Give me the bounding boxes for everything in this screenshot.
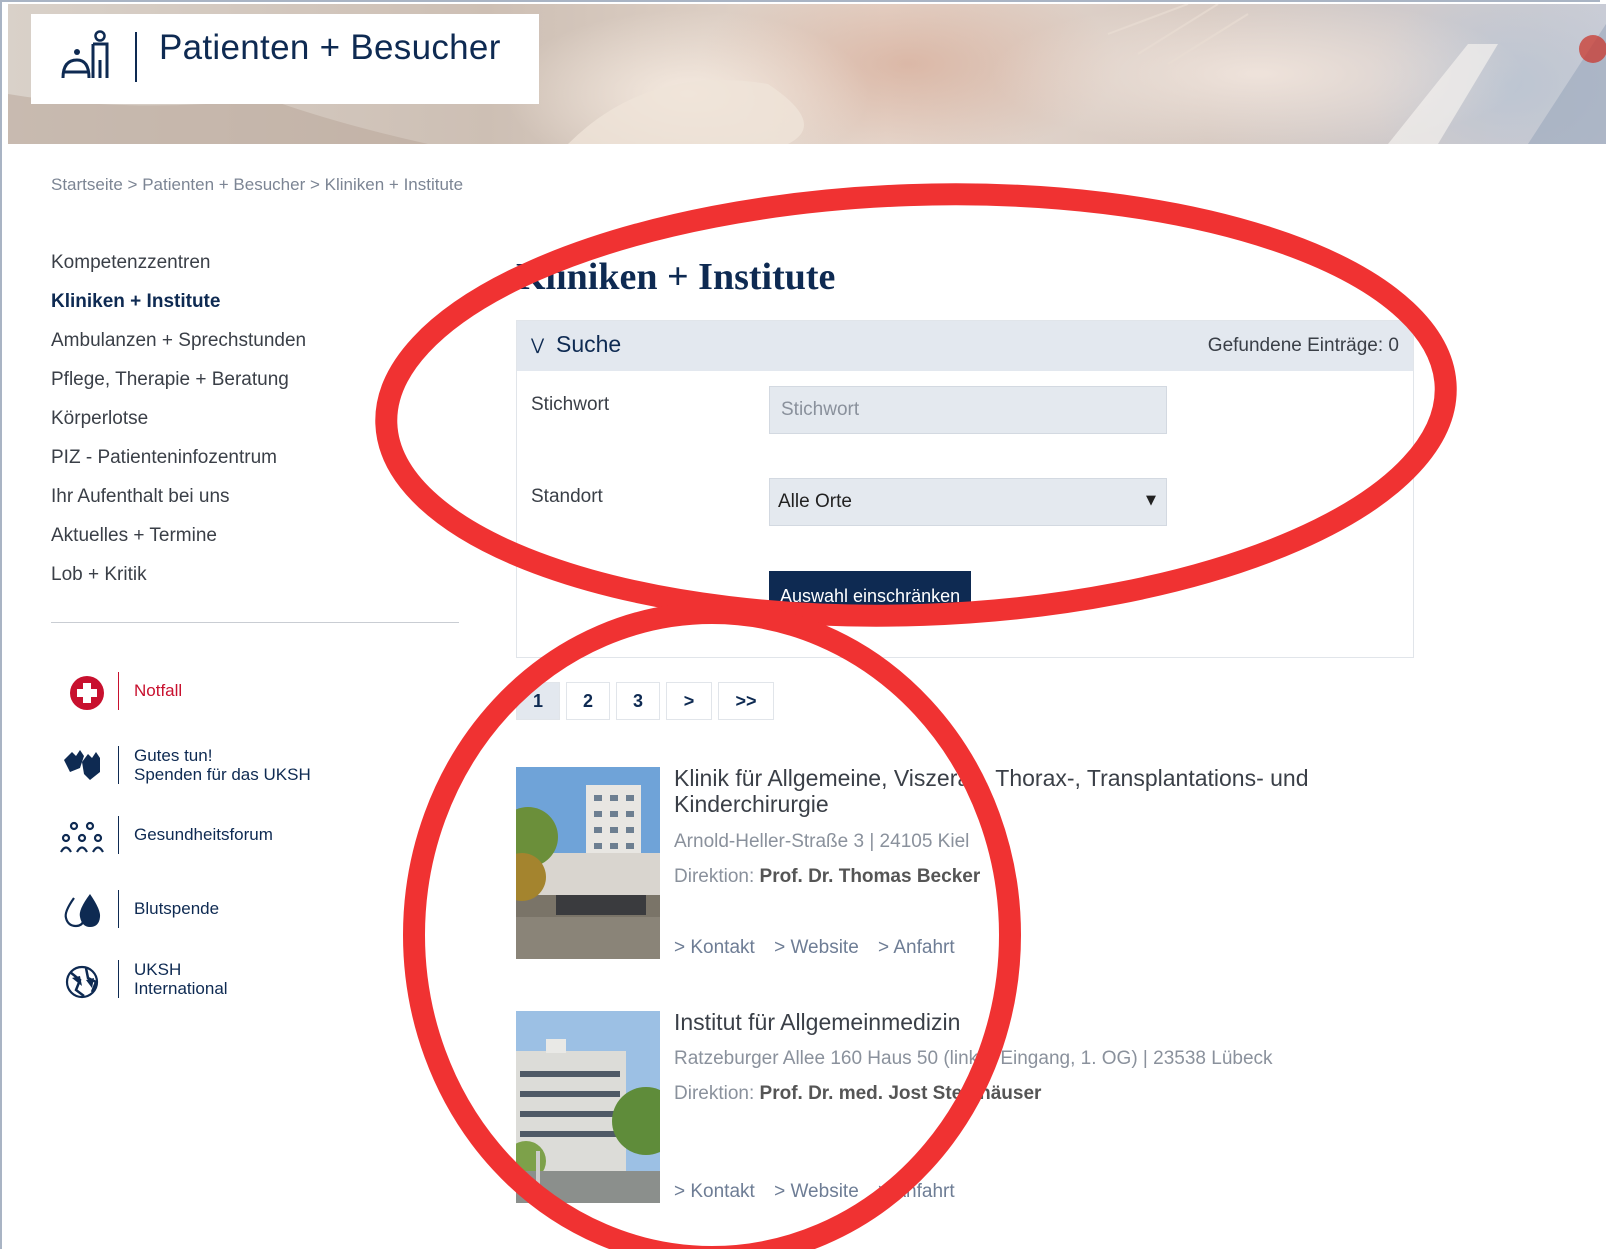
direction-label: Direktion: [674, 866, 755, 887]
dropdown-arrow-icon: ▼ [1146, 493, 1156, 508]
filter-submit-button[interactable]: Auswahl einschränken [769, 571, 972, 613]
result-links: > Kontakt > Website > Anfahrt [674, 937, 969, 959]
gesundheitsforum-label: Gesundheitsforum [134, 825, 273, 844]
blood-drop-icon [64, 894, 101, 928]
page-button-3[interactable]: 3 [616, 682, 660, 720]
directions-link[interactable]: > Anfahrt [878, 1181, 955, 1202]
spenden-link[interactable]: Gutes tun! Spenden für das UKSH [58, 742, 358, 792]
nav-item-kompetenzzentren[interactable]: Kompetenzzentren [51, 250, 461, 289]
page-next-button[interactable]: > [666, 682, 712, 720]
institute-photo [516, 1011, 660, 1203]
section-title: Patienten + Besucher [159, 28, 501, 67]
nav-item-koerperlotse[interactable]: Körperlotse [51, 406, 461, 445]
nav-item-kliniken-institute[interactable]: Kliniken + Institute [51, 289, 461, 328]
group-people-icon [60, 821, 104, 853]
location-select-value: Alle Orte [778, 491, 852, 512]
clinic-photo [516, 767, 660, 959]
logo-separator [135, 32, 137, 82]
search-header-label: Suche [556, 331, 622, 357]
website-link[interactable]: > Website [774, 1181, 859, 1202]
keyword-input[interactable] [769, 386, 1167, 434]
location-select[interactable]: Alle Orte ▼ [769, 478, 1167, 526]
result-item: Klinik für Allgemeine, Viszeral-, Thorax… [516, 765, 1416, 967]
breadcrumb-item-current[interactable]: Kliniken + Institute [325, 175, 463, 194]
hands-icon [64, 750, 100, 780]
breadcrumb-separator: > [127, 175, 138, 194]
location-label: Standort [531, 486, 603, 507]
breadcrumb-item-patienten[interactable]: Patienten + Besucher [142, 175, 305, 194]
page-button-2[interactable]: 2 [566, 682, 610, 720]
result-item: Institut für Allgemeinmedizin Ratzeburge… [516, 1009, 1416, 1211]
contact-link[interactable]: > Kontakt [674, 937, 755, 958]
link-separator [118, 816, 119, 854]
nav-item-piz[interactable]: PIZ - Patienteninfozentrum [51, 445, 461, 484]
blutspende-link[interactable]: Blutspende [58, 886, 358, 936]
international-link[interactable]: UKSH International [58, 956, 358, 1006]
international-label: UKSH International [134, 960, 228, 998]
result-title[interactable]: Institut für Allgemeinmedizin [674, 1009, 1374, 1035]
nav-divider [51, 622, 459, 623]
nav-item-ambulanzen[interactable]: Ambulanzen + Sprechstunden [51, 328, 461, 367]
emergency-cross-icon [70, 676, 104, 710]
nav-item-lob-kritik[interactable]: Lob + Kritik [51, 562, 461, 601]
blutspende-label: Blutspende [134, 899, 220, 918]
page-title: Kliniken + Institute [516, 256, 836, 298]
spenden-label: Gutes tun! Spenden für das UKSH [134, 746, 311, 784]
contact-link[interactable]: > Kontakt [674, 1181, 755, 1202]
keyword-label: Stichwort [531, 394, 610, 415]
international-line-2: International [134, 979, 228, 998]
nav-item-aufenthalt[interactable]: Ihr Aufenthalt bei uns [51, 484, 461, 523]
direction-label: Direktion: [674, 1083, 755, 1104]
result-links: > Kontakt > Website > Anfahrt [674, 1181, 969, 1203]
nav-item-pflege[interactable]: Pflege, Therapie + Beratung [51, 367, 461, 406]
breadcrumb-separator: > [309, 175, 320, 194]
notfall-label: Notfall [134, 681, 183, 700]
page-last-button[interactable]: >> [718, 682, 774, 720]
sidebar-nav: Kompetenzzentren Kliniken + Institute Am… [51, 250, 461, 601]
gesundheitsforum-link[interactable]: Gesundheitsforum [58, 812, 358, 862]
breadcrumb: Startseite > Patienten + Besucher > Klin… [51, 175, 463, 195]
result-address: Ratzeburger Allee 160 Haus 50 (linker Ei… [674, 1048, 1273, 1069]
breadcrumb-item-home[interactable]: Startseite [51, 175, 123, 194]
link-separator [118, 672, 119, 710]
website-link[interactable]: > Website [774, 937, 859, 958]
page-button-1[interactable]: 1 [516, 682, 560, 720]
director-name: Prof. Dr. med. Jost Steinhäuser [759, 1083, 1042, 1104]
result-direction: Direktion: Prof. Dr. Thomas Becker [674, 866, 980, 888]
link-separator [118, 746, 119, 784]
international-line-1: UKSH [134, 960, 182, 979]
link-separator [118, 960, 119, 998]
globe-icon [65, 965, 99, 999]
link-separator [118, 890, 119, 928]
patient-visitor-icon [61, 30, 109, 79]
result-address: Arnold-Heller-Straße 3 | 24105 Kiel [674, 831, 970, 852]
site-logo[interactable]: Patienten + Besucher [31, 14, 539, 104]
spenden-line-1: Gutes tun! [134, 746, 213, 765]
header-banner: Patienten + Besucher [8, 4, 1606, 144]
chevron-down-icon: ⋁ [531, 335, 545, 354]
search-panel: ⋁ Suche Gefundene Einträge: 0 Stichwort … [516, 320, 1414, 658]
result-title[interactable]: Klinik für Allgemeine, Viszeral-, Thorax… [674, 765, 1374, 817]
nav-item-aktuelles[interactable]: Aktuelles + Termine [51, 523, 461, 562]
director-name: Prof. Dr. Thomas Becker [759, 866, 981, 887]
spenden-line-2: Spenden für das UKSH [134, 765, 311, 784]
found-entries-count: Gefundene Einträge: 0 [1207, 335, 1399, 356]
notfall-link[interactable]: Notfall [58, 668, 358, 718]
directions-link[interactable]: > Anfahrt [878, 937, 955, 958]
search-panel-header[interactable]: ⋁ Suche Gefundene Einträge: 0 [517, 321, 1413, 371]
result-direction: Direktion: Prof. Dr. med. Jost Steinhäus… [674, 1083, 1041, 1105]
